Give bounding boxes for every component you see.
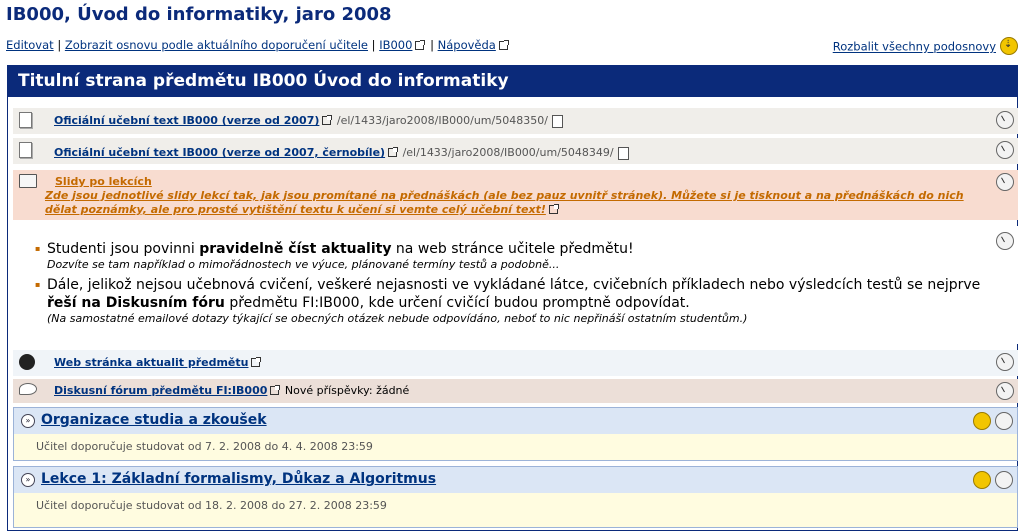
external-link-icon [251,357,262,367]
info-icon[interactable] [973,471,991,489]
top-toolbar: Editovat | Zobrazit osnovu podle aktuáln… [6,37,1018,56]
external-link-icon [498,40,509,50]
clock-icon[interactable] [996,141,1014,159]
slides-note-text: Zde jsou jednotlivé slidy lekcí tak, jak… [45,189,964,216]
external-link-icon [548,204,559,214]
external-link-icon [388,147,399,157]
news-web-link[interactable]: Web stránka aktualit předmětu [54,356,248,369]
expand-all-icon[interactable] [1000,37,1018,55]
list-item: Diskusní fórum předmětu FI:IB000 Nové př… [13,379,1018,403]
separator: | [430,38,434,52]
clock-icon[interactable] [996,111,1014,129]
clock-icon[interactable] [996,232,1014,250]
study-text-bw-link[interactable]: Oficiální učební text IB000 (verze od 20… [54,146,385,159]
slides-note[interactable]: Zde jsou jednotlivé slidy lekcí tak, jak… [45,189,975,217]
notice-small: (Na samostatné emailové dotazy týkající … [47,312,748,325]
notice-text: Studenti jsou povinni [47,241,200,257]
external-link-icon [322,115,333,125]
clock-icon[interactable] [996,353,1014,371]
expand-all-link[interactable]: Rozbalit všechny podosnovy [833,40,996,54]
external-link-icon [415,40,426,50]
study-text-link[interactable]: Oficiální učební text IB000 (verze od 20… [54,114,319,127]
list-item: Dále, jelikož nejsou učebnová cvičení, v… [35,276,995,326]
file-path: /el/1433/jaro2008/IB000/um/5048349/ [402,146,614,159]
course-link[interactable]: IB000 [379,38,412,52]
section-block: » Lekce 1: Základní formalismy, Důkaz a … [13,466,1018,528]
section-title[interactable]: Lekce 1: Základní formalismy, Důkaz a Al… [41,471,436,487]
section-body: Učitel doporučuje studovat od 7. 2. 2008… [14,434,1017,460]
file-path: /el/1433/jaro2008/IB000/um/5048350/ [336,114,548,127]
forum-status: Nové příspěvky: žádné [284,384,410,397]
list-item: Oficiální učební text IB000 (verze od 20… [13,138,1018,164]
external-link-icon [270,385,281,395]
toolbar-left: Editovat | Zobrazit osnovu podle aktuáln… [6,38,510,52]
expand-section-icon[interactable]: » [21,414,35,428]
toolbar-right: Rozbalit všechny podosnovy [833,37,1018,56]
notice-bold: pravidelně číst aktuality [199,241,392,257]
folder-icon [19,174,37,188]
notice-small: Dozvíte se tam například o mimořádnostec… [47,258,560,271]
list-item: Web stránka aktualit předmětu [13,350,1018,376]
document-icon [19,142,32,158]
list-item: Slidy po lekcích Zde jsou jednotlivé sli… [13,170,1018,220]
outline-link[interactable]: Zobrazit osnovu podle aktuálního doporuč… [65,38,368,52]
expand-section-icon[interactable]: » [21,473,35,487]
section-block: » Organizace studia a zkoušek Učitel dop… [13,407,1018,461]
globe-icon [19,354,35,370]
clock-icon[interactable] [996,173,1014,191]
info-icon[interactable] [973,412,991,430]
notice-text: na web stránce učitele předmětu! [391,241,634,257]
clock-icon[interactable] [995,471,1013,489]
list-item: Oficiální učební text IB000 (verze od 20… [13,108,1018,134]
list-item: Studenti jsou povinni pravidelně číst ak… [35,240,995,272]
notice-text: předmětu FI:IB000, kde určení cvičící bu… [224,295,690,311]
chat-icon [19,383,37,395]
separator: | [57,38,62,52]
clock-icon[interactable] [995,412,1013,430]
section-recommendation: Učitel doporučuje studovat od 7. 2. 2008… [36,440,373,453]
notice-text: Dále, jelikož nejsou učebnová cvičení, v… [47,277,981,293]
notice-list: Studenti jsou povinni pravidelně číst ak… [35,240,995,330]
separator: | [371,38,376,52]
section-header: » Organizace studia a zkoušek [14,408,1017,434]
file-icon[interactable] [617,146,629,160]
file-icon[interactable] [551,114,563,128]
section-title[interactable]: Organizace studia a zkoušek [41,412,267,428]
section-recommendation: Učitel doporučuje studovat od 18. 2. 200… [36,499,387,512]
notice-bold: řeší na Diskusním fóru [47,295,225,311]
notice-box: Studenti jsou povinni pravidelně číst ak… [13,226,1018,344]
document-icon [19,112,32,128]
page-title: IB000, Úvod do informatiky, jaro 2008 [6,4,392,25]
section-header: » Lekce 1: Základní formalismy, Důkaz a … [14,467,1017,493]
clock-icon[interactable] [996,382,1014,400]
forum-link[interactable]: Diskusní fórum předmětu FI:IB000 [54,384,267,397]
section-body: Učitel doporučuje studovat od 18. 2. 200… [14,493,1017,527]
slides-link[interactable]: Slidy po lekcích [55,175,152,188]
help-link[interactable]: Nápověda [438,38,496,52]
edit-link[interactable]: Editovat [6,38,54,52]
panel-title: Titulní strana předmětu IB000 Úvod do in… [8,65,1017,97]
